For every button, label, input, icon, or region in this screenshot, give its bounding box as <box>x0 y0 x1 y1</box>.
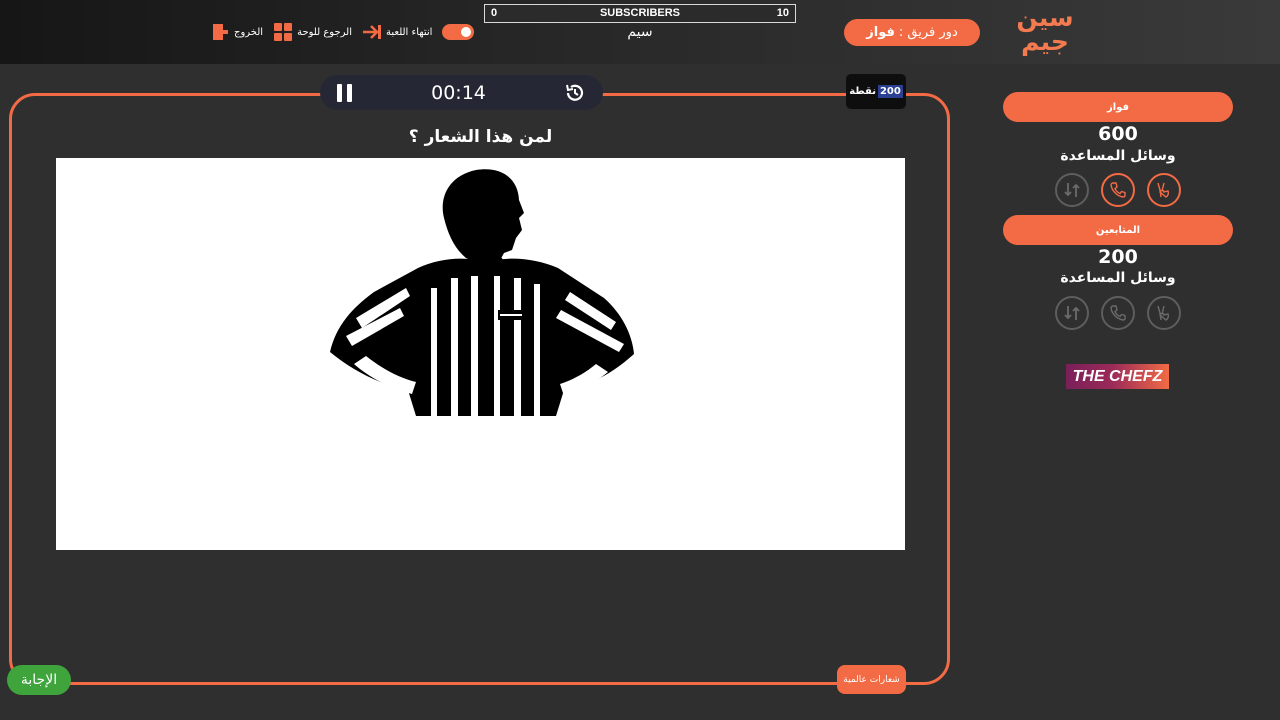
points-badge: 200 نقطة <box>846 74 906 109</box>
subscribers-name: سيم <box>627 24 653 40</box>
category-badge: شعارات عالمية <box>837 665 906 694</box>
exit-icon <box>213 24 228 40</box>
two-answers-icon <box>1157 182 1170 198</box>
swap-icon <box>1064 183 1080 197</box>
board-grid-icon <box>274 23 293 41</box>
turn-label: دور فريق : <box>898 25 958 40</box>
turn-indicator: دور فريق : فواز <box>844 19 980 46</box>
team-1-swap-button[interactable] <box>1055 173 1089 207</box>
team-2-header: المتابعين <box>1003 215 1233 245</box>
subscribers-right-value: 10 <box>776 7 789 19</box>
answer-button[interactable]: الإجابة <box>7 665 71 695</box>
points-label: نقطة <box>849 86 876 97</box>
end-game-button[interactable]: انتهاء اللعبة <box>362 22 432 42</box>
arrow-right-bar-icon <box>363 25 381 39</box>
back-to-board-button[interactable]: الرجوع للوحة <box>273 22 352 42</box>
swap-icon <box>1064 306 1080 320</box>
points-value: 200 <box>877 85 903 98</box>
team-2-call-friend-button[interactable] <box>1101 296 1135 330</box>
team-1-call-friend-button[interactable] <box>1101 173 1135 207</box>
subscribers-counter: 0 SUBSCRIBERS 10 <box>484 4 796 23</box>
team-2-score: 200 <box>1098 246 1138 268</box>
team-1-two-answers-button[interactable] <box>1147 173 1181 207</box>
team-1-score: 600 <box>1098 123 1138 145</box>
turn-team: فواز <box>866 25 895 40</box>
mode-toggle[interactable] <box>442 24 475 40</box>
team-2-help-options <box>1055 296 1181 330</box>
subscribers-label: SUBSCRIBERS <box>599 7 681 19</box>
end-game-label: انتهاء اللعبة <box>386 26 433 38</box>
back-to-board-label: الرجوع للوحة <box>297 26 352 38</box>
two-answers-icon <box>1157 305 1170 321</box>
question-text: لمن هذا الشعار ؟ <box>408 127 553 147</box>
team-1-help-label: وسائل المساعدة <box>1060 148 1176 164</box>
question-image <box>56 158 905 550</box>
game-toolbar: الخروج الرجوع للوحة انتهاء اللعبة <box>210 21 475 43</box>
team-2-two-answers-button[interactable] <box>1147 296 1181 330</box>
timer-bar: 00:14 <box>320 75 603 110</box>
team-2-swap-button[interactable] <box>1055 296 1089 330</box>
team-1-header: فواز <box>1003 92 1233 122</box>
striped-shirt-man-logo <box>330 169 634 416</box>
call-friend-icon <box>1110 182 1126 198</box>
exit-button[interactable]: الخروج <box>210 22 263 42</box>
timer-display: 00:14 <box>431 81 486 104</box>
team-1-help-options <box>1055 173 1181 207</box>
exit-label: الخروج <box>234 26 264 38</box>
restart-timer-icon[interactable] <box>564 82 586 104</box>
pause-icon[interactable] <box>337 83 353 102</box>
sponsor-logo: THE CHEFZ <box>1066 364 1169 389</box>
call-friend-icon <box>1110 305 1126 321</box>
team-2-help-label: وسائل المساعدة <box>1060 270 1176 286</box>
game-logo: سين جيم <box>1016 3 1074 56</box>
